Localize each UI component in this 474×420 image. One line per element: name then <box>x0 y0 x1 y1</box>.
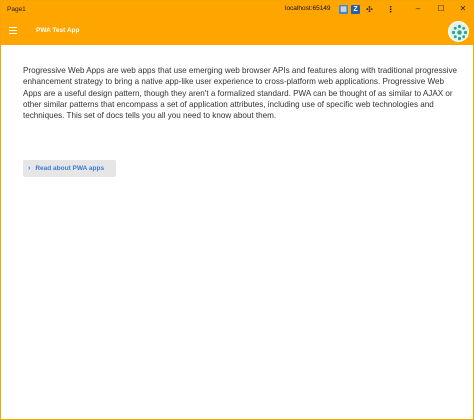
title-bar: Page1 localhost:65149 ▦ Z ✣ ⋮ – ☐ ✕ <box>1 1 473 18</box>
host-label: localhost:65149 <box>285 5 331 12</box>
hamburger-icon[interactable] <box>9 27 17 34</box>
main-content: Progressive Web Apps are web apps that u… <box>23 65 463 121</box>
close-button[interactable]: ✕ <box>456 3 470 15</box>
read-about-pwa-button[interactable]: › Read about PWA apps <box>23 160 116 177</box>
grid-extension-icon[interactable]: ▦ <box>339 5 348 14</box>
minimize-button[interactable]: – <box>411 3 425 15</box>
app-window: Page1 localhost:65149 ▦ Z ✣ ⋮ – ☐ ✕ PWA … <box>0 0 474 420</box>
app-title: PWA Test App <box>36 27 80 34</box>
more-icon[interactable]: ⋮ <box>386 5 395 14</box>
read-about-pwa-label: Read about PWA apps <box>35 165 105 172</box>
app-bar: PWA Test App <box>1 18 473 45</box>
z-extension-icon[interactable]: Z <box>351 5 360 14</box>
puzzle-icon[interactable]: ✣ <box>365 5 374 14</box>
chevron-right-icon: › <box>28 165 31 172</box>
window-title: Page1 <box>7 6 26 13</box>
maximize-button[interactable]: ☐ <box>434 3 448 15</box>
intro-paragraph: Progressive Web Apps are web apps that u… <box>23 66 458 121</box>
app-logo-icon[interactable] <box>448 21 469 42</box>
